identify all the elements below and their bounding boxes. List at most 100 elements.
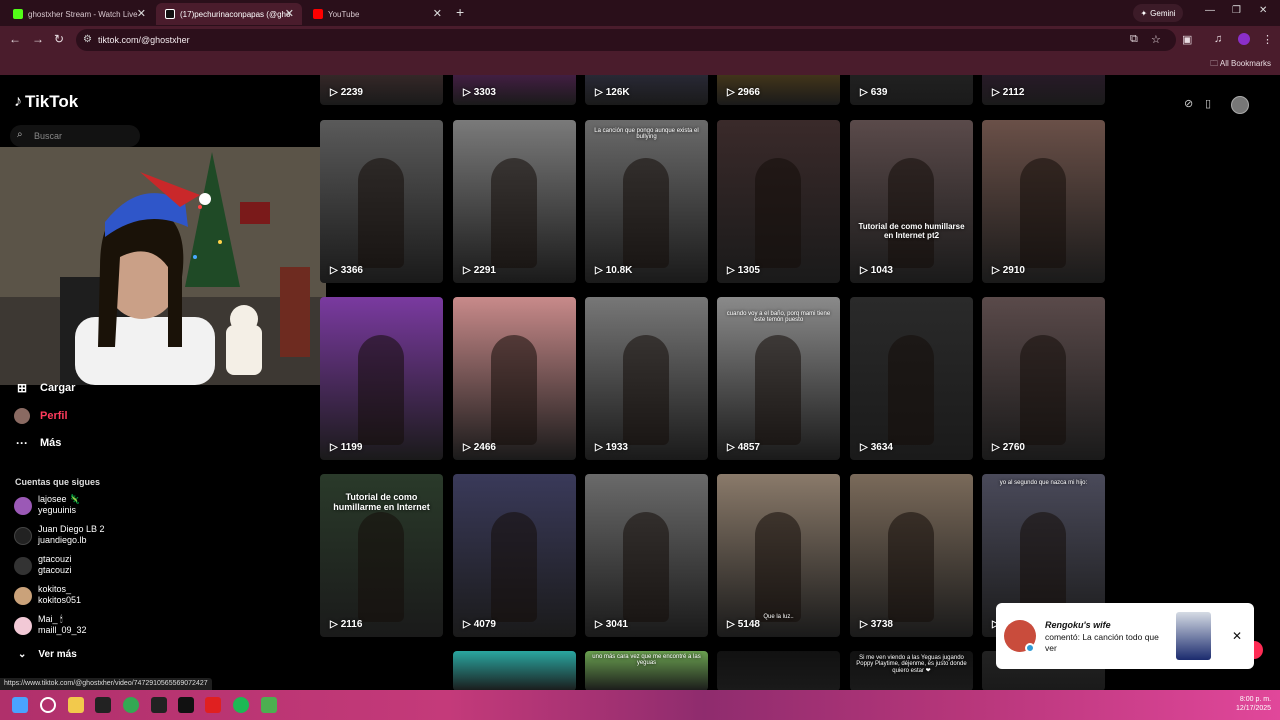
comment-notification[interactable]: Rengoku's wife comentó: La canción todo … bbox=[996, 603, 1254, 669]
video-thumbnail[interactable]: La canción que pongo aunque exista el bu… bbox=[585, 120, 708, 283]
browser-profile-avatar[interactable] bbox=[1238, 33, 1250, 45]
following-account[interactable]: lajosee 🦎 yeguuinis bbox=[14, 494, 80, 518]
play-icon: ▷ bbox=[727, 265, 735, 276]
file-explorer-icon[interactable] bbox=[68, 697, 84, 713]
chrome-icon[interactable] bbox=[123, 697, 139, 713]
video-thumbnail[interactable]: ▷ 3041 bbox=[585, 474, 708, 637]
video-thumbnail[interactable]: ▷ 2239 bbox=[320, 75, 443, 105]
close-icon[interactable]: ✕ bbox=[1232, 629, 1242, 643]
close-tab-icon[interactable]: ✕ bbox=[433, 7, 442, 20]
video-thumbnail[interactable]: ▷ 1199 bbox=[320, 297, 443, 460]
account-handle: gtacouzi bbox=[38, 565, 72, 575]
video-thumbnail[interactable]: Que la luz.. ▷ 5148 bbox=[717, 474, 840, 637]
gemini-button[interactable]: ✦ Gemini bbox=[1133, 4, 1183, 22]
notification-video-thumbnail[interactable] bbox=[1176, 612, 1211, 660]
system-clock[interactable]: 8:00 p. m. 12/17/2025 bbox=[1236, 695, 1271, 713]
close-tab-icon[interactable]: ✕ bbox=[285, 7, 294, 20]
media-icon[interactable]: ♫ bbox=[1214, 33, 1222, 45]
video-thumbnail[interactable] bbox=[453, 651, 576, 690]
view-count-number: 2291 bbox=[473, 265, 496, 276]
nav-upload[interactable]: ⊞ Cargar bbox=[14, 381, 76, 395]
profile-avatar bbox=[14, 408, 30, 424]
video-figure bbox=[888, 335, 934, 445]
following-account[interactable]: Juan Diego LB 2 juandiego.lb bbox=[14, 524, 105, 548]
video-figure bbox=[623, 158, 669, 268]
nav-more[interactable]: ··· Más bbox=[14, 436, 61, 450]
view-count: ▷ 2112 bbox=[992, 87, 1024, 98]
reload-icon[interactable]: ↻ bbox=[54, 32, 64, 46]
app-icon[interactable] bbox=[95, 697, 111, 713]
video-thumbnail[interactable]: ▷ 2466 bbox=[453, 297, 576, 460]
video-thumbnail[interactable] bbox=[717, 651, 840, 690]
video-thumbnail[interactable]: ▷ 4079 bbox=[453, 474, 576, 637]
following-account[interactable]: gtacouzi gtacouzi bbox=[14, 554, 72, 578]
video-thumbnail[interactable]: ▷ 639 bbox=[850, 75, 973, 105]
maximize-icon[interactable]: ❐ bbox=[1232, 5, 1241, 16]
app-icon[interactable] bbox=[205, 697, 221, 713]
following-account[interactable]: Mai_ 🕯 maill_09_32 bbox=[14, 614, 87, 638]
video-thumbnail[interactable]: ▷ 1305 bbox=[717, 120, 840, 283]
video-thumbnail[interactable]: ▷ 2910 bbox=[982, 120, 1105, 283]
video-thumbnail[interactable]: uno más cara vez que me encontré a las y… bbox=[585, 651, 708, 690]
compass-icon[interactable]: ⊘ bbox=[1184, 97, 1193, 110]
site-settings-icon[interactable]: ⚙ bbox=[83, 34, 92, 45]
view-count: ▷ 3634 bbox=[860, 442, 893, 453]
forward-icon[interactable]: → bbox=[32, 32, 44, 46]
video-thumbnail[interactable]: ▷ 2112 bbox=[982, 75, 1105, 105]
tab-youtube[interactable]: YouTube ✕ bbox=[304, 3, 450, 25]
back-icon[interactable]: ← bbox=[9, 32, 21, 46]
search-icon[interactable] bbox=[40, 697, 56, 713]
video-thumbnail[interactable]: ▷ 126K bbox=[585, 75, 708, 105]
app-icon[interactable] bbox=[261, 697, 277, 713]
video-thumbnail[interactable]: Tutorial de como humillarse en Internet … bbox=[850, 120, 973, 283]
floating-action-edge[interactable] bbox=[1254, 641, 1263, 659]
account-name: Juan Diego LB 2 bbox=[38, 524, 105, 534]
view-count-number: 3366 bbox=[340, 265, 363, 276]
search-input[interactable]: ⌕ Buscar bbox=[10, 125, 140, 147]
bookmark-star-icon[interactable]: ☆ bbox=[1151, 33, 1161, 46]
video-figure bbox=[888, 158, 934, 268]
windows-start-icon[interactable] bbox=[12, 697, 28, 713]
video-thumbnail[interactable]: ▷ 3303 bbox=[453, 75, 576, 105]
nav-profile[interactable]: Perfil bbox=[14, 408, 68, 424]
extensions-icon[interactable]: ▣ bbox=[1182, 33, 1192, 46]
install-app-icon[interactable]: ⧉ bbox=[1130, 33, 1138, 46]
video-thumbnail[interactable]: ▷ 3366 bbox=[320, 120, 443, 283]
video-thumbnail[interactable]: ▷ 2760 bbox=[982, 297, 1105, 460]
obs-icon[interactable] bbox=[151, 697, 167, 713]
following-account[interactable]: kokitos_ kokitos051 bbox=[14, 584, 81, 608]
tiktok-logo[interactable]: ♪ TikTok bbox=[14, 92, 78, 112]
video-thumbnail[interactable]: cuando voy a el baño, porq mami tiene es… bbox=[717, 297, 840, 460]
minimize-icon[interactable]: — bbox=[1205, 5, 1215, 16]
close-tab-icon[interactable]: ✕ bbox=[137, 7, 146, 20]
address-bar[interactable]: ⚙ tiktok.com/@ghostxher bbox=[76, 29, 1176, 51]
tiktok-app-icon[interactable] bbox=[178, 697, 194, 713]
new-tab-button[interactable]: + bbox=[456, 4, 464, 20]
tiktok-favicon-icon bbox=[165, 9, 175, 19]
all-bookmarks-button[interactable]: 🗀 All Bookmarks bbox=[1210, 58, 1271, 72]
video-thumbnail[interactable]: ▷ 2291 bbox=[453, 120, 576, 283]
play-icon: ▷ bbox=[992, 265, 1000, 276]
view-count-number: 126K bbox=[605, 87, 630, 98]
play-icon: ▷ bbox=[595, 619, 603, 630]
play-icon: ▷ bbox=[860, 265, 868, 276]
close-window-icon[interactable]: ✕ bbox=[1259, 5, 1267, 16]
video-figure bbox=[623, 512, 669, 622]
video-thumbnail[interactable]: ▷ 1933 bbox=[585, 297, 708, 460]
menu-dots-icon[interactable]: ⋮ bbox=[1262, 33, 1273, 46]
play-icon: ▷ bbox=[860, 442, 868, 453]
spotify-icon[interactable] bbox=[233, 697, 249, 713]
tab-kick-stream[interactable]: ghostxher Stream - Watch Live ✕ bbox=[4, 3, 154, 25]
video-thumbnail[interactable]: ▷ 3634 bbox=[850, 297, 973, 460]
video-thumbnail[interactable]: ▷ 2966 bbox=[717, 75, 840, 105]
video-thumbnail[interactable]: Tutorial de como humillarme en Internet ▷… bbox=[320, 474, 443, 637]
view-count-number: 1933 bbox=[605, 442, 628, 453]
tab-tiktok[interactable]: (17)pechurinaconpapas (@gho ✕ bbox=[156, 3, 302, 25]
play-icon: ▷ bbox=[595, 442, 603, 453]
video-thumbnail[interactable]: Si me ven viendo a las Yeguas jugando Po… bbox=[850, 651, 973, 690]
user-avatar[interactable] bbox=[1231, 96, 1249, 114]
phone-icon[interactable]: ▯ bbox=[1205, 97, 1211, 110]
see-more-button[interactable]: ⌄ Ver más bbox=[18, 649, 77, 660]
video-thumbnail[interactable]: ▷ 3738 bbox=[850, 474, 973, 637]
play-icon: ▷ bbox=[463, 442, 471, 453]
